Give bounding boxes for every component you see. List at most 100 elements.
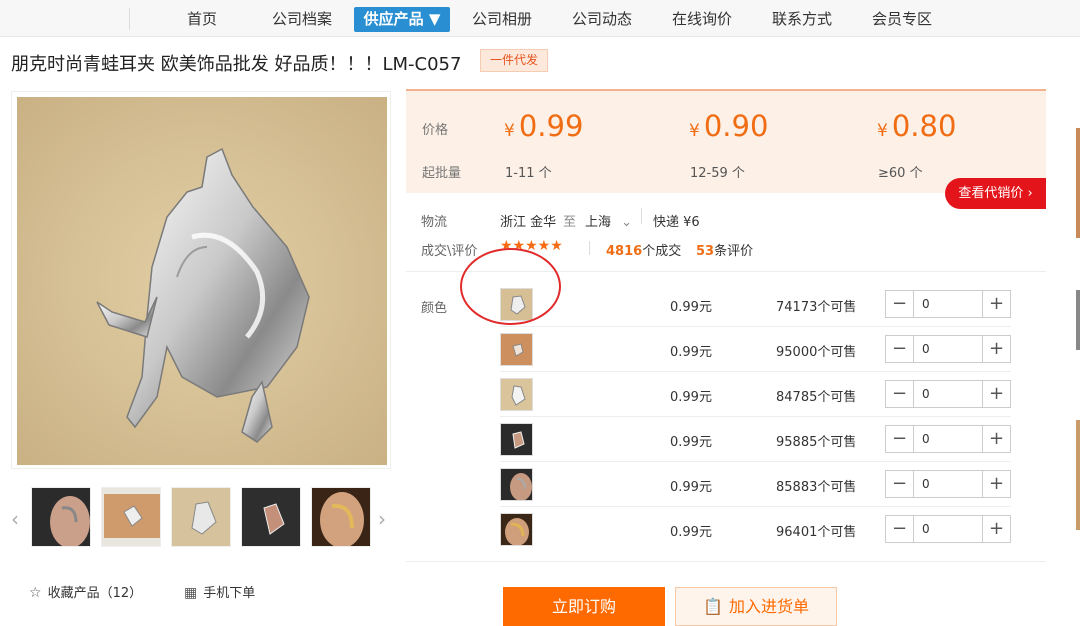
sku-swatch[interactable] (500, 513, 533, 546)
quantity-stepper: − 0 + (885, 335, 1011, 363)
nav-divider (129, 8, 130, 30)
sku-row: 0.99元 74173个可售 − 0 + (500, 282, 1011, 327)
mobile-order-label: 手机下单 (203, 586, 256, 601)
plus-button[interactable]: + (982, 516, 1010, 542)
sku-swatch[interactable] (500, 468, 533, 501)
sku-swatch[interactable] (500, 333, 533, 366)
ear-silver-icon (501, 469, 532, 500)
thumbnail-4[interactable] (241, 487, 301, 547)
quantity-input[interactable]: 0 (922, 432, 930, 446)
reviews-label: 成交\评价 (421, 244, 478, 259)
nav-news[interactable]: 公司动态 (562, 7, 642, 32)
reviews-divider (589, 241, 590, 255)
nav-members[interactable]: 会员专区 (862, 7, 942, 32)
buy-now-button[interactable]: 立即订购 (503, 587, 665, 626)
ear-gold-icon (312, 488, 370, 546)
logistics-label: 物流 (421, 215, 448, 230)
thumbnail-2[interactable] (101, 487, 161, 547)
sku-swatch[interactable] (500, 423, 533, 456)
edge-strip (1076, 420, 1080, 530)
quantity-input[interactable]: 0 (922, 297, 930, 311)
thumbnail-5[interactable] (311, 487, 371, 547)
moq-label: 起批量 (422, 166, 462, 181)
thumbnail-3[interactable] (171, 487, 231, 547)
minus-button[interactable]: − (886, 516, 914, 542)
plus-button[interactable]: + (982, 291, 1010, 317)
favorite-product[interactable]: ☆ 收藏产品（12） (29, 582, 142, 601)
deals-suffix: 个成交 (642, 244, 682, 259)
nav-inquiry[interactable]: 在线询价 (662, 7, 742, 32)
deals-number: 4816 (606, 244, 643, 259)
ear-photo-icon (32, 488, 90, 546)
tier-price-value: 0.80 (891, 109, 957, 143)
tier-price-3: ¥0.80 (877, 109, 956, 143)
quantity-stepper: − 0 + (885, 380, 1011, 408)
currency-symbol: ¥ (689, 121, 700, 141)
tier-price-value: 0.99 (518, 109, 584, 143)
nav-products[interactable]: 供应产品 ▼ (354, 7, 450, 32)
ring-on-dark-icon (242, 488, 300, 546)
qr-code-icon: ▦ (184, 585, 198, 601)
sku-row: 0.99元 95000个可售 − 0 + (500, 327, 1011, 372)
thumbnail-1[interactable] (31, 487, 91, 547)
dropship-badge[interactable]: 一件代发 (480, 49, 548, 72)
plus-button[interactable]: + (982, 471, 1010, 497)
minus-button[interactable]: − (886, 471, 914, 497)
main-product-image[interactable] (11, 91, 391, 469)
sku-row: 0.99元 84785个可售 − 0 + (500, 372, 1011, 417)
quantity-input[interactable]: 0 (922, 342, 930, 356)
express-fee: 快递 ¥6 (653, 215, 700, 230)
sku-price: 0.99元 (670, 300, 712, 315)
plus-button[interactable]: + (982, 381, 1010, 407)
minus-button[interactable]: − (886, 291, 914, 317)
add-to-cart-button[interactable]: 📋 加入进货单 (675, 587, 837, 626)
reviews-count[interactable]: 53条评价 (696, 240, 753, 259)
sku-stock: 84785个可售 (776, 390, 857, 405)
sku-row: 0.99元 95885个可售 − 0 + (500, 417, 1011, 462)
star-outline-icon: ☆ (29, 585, 42, 601)
ring-dark-icon (501, 424, 532, 455)
minus-button[interactable]: − (886, 336, 914, 362)
quantity-input[interactable]: 0 (922, 387, 930, 401)
sku-row: 0.99元 96401个可售 − 0 + (500, 507, 1011, 552)
minus-button[interactable]: − (886, 426, 914, 452)
mobile-order[interactable]: ▦ 手机下单 (184, 582, 255, 601)
plus-button[interactable]: + (982, 426, 1010, 452)
view-agent-price-button[interactable]: 查看代销价 › (945, 178, 1046, 209)
ring-orange-icon (501, 334, 532, 365)
add-to-cart-label: 加入进货单 (728, 597, 809, 616)
ship-from: 浙江 金华 (500, 215, 557, 230)
minus-button[interactable]: − (886, 381, 914, 407)
chevron-right-icon[interactable]: › (378, 507, 386, 531)
nav-album[interactable]: 公司相册 (462, 7, 542, 32)
tier-price-value: 0.90 (703, 109, 769, 143)
ship-to-select[interactable]: 上海 ⌄ (585, 211, 632, 230)
sku-price: 0.99元 (670, 345, 712, 360)
edge-strip (1076, 128, 1080, 238)
favorite-label: 收藏产品（12） (47, 586, 143, 601)
price-panel: 价格 起批量 ¥0.99 ¥0.90 ¥0.80 1-11 个 12-59 个 … (406, 89, 1046, 193)
currency-symbol: ¥ (504, 121, 515, 141)
clipboard-icon: 📋 (703, 597, 723, 616)
ring-photo (17, 97, 387, 465)
sku-price: 0.99元 (670, 435, 712, 450)
sku-stock: 95885个可售 (776, 435, 857, 450)
nav-contact[interactable]: 联系方式 (762, 7, 842, 32)
sku-stock: 96401个可售 (776, 525, 857, 540)
sku-stock: 85883个可售 (776, 480, 857, 495)
nav-home[interactable]: 首页 (166, 7, 238, 32)
nav-company-profile[interactable]: 公司档案 (262, 7, 342, 32)
tier-price-2: ¥0.90 (689, 109, 768, 143)
ship-to-word: 至 (563, 215, 577, 230)
deals-count[interactable]: 4816个成交 (606, 240, 681, 259)
chevron-left-icon[interactable]: ‹ (11, 507, 19, 531)
thumbnail-strip: ‹ › (11, 487, 396, 552)
plus-button[interactable]: + (982, 336, 1010, 362)
quantity-input[interactable]: 0 (922, 522, 930, 536)
quantity-input[interactable]: 0 (922, 477, 930, 491)
sku-price: 0.99元 (670, 525, 712, 540)
chevron-down-icon: ⌄ (621, 215, 633, 230)
sku-swatch[interactable] (500, 378, 533, 411)
ring-on-beige-icon (172, 488, 230, 546)
tier-qty-3: ≥60 个 (878, 166, 923, 181)
